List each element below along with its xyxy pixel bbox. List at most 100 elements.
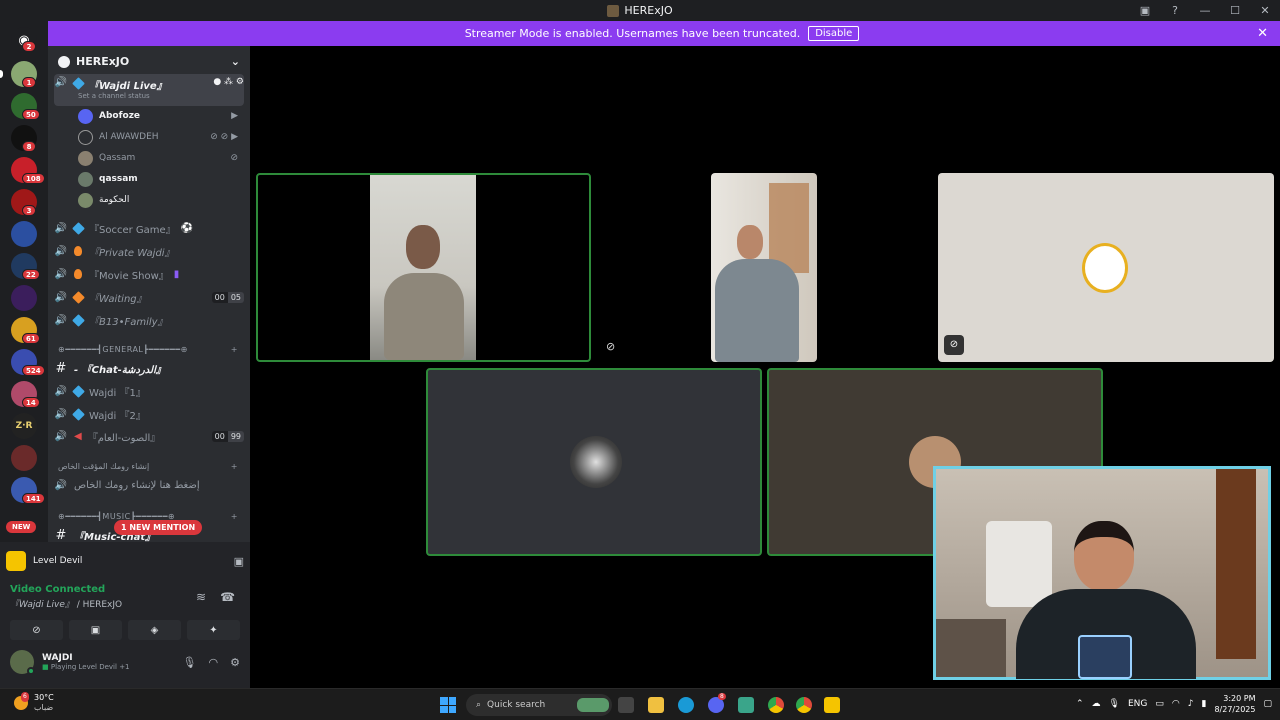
voice-member[interactable]: Abofoze ▶: [78, 106, 238, 126]
search-input: Quick search: [487, 700, 546, 710]
close-window-button[interactable]: ✕: [1250, 4, 1280, 17]
add-channel-icon[interactable]: +: [231, 345, 238, 354]
new-mention-pill[interactable]: 1 NEW MENTION: [114, 520, 203, 535]
game-status-icon: ■: [42, 663, 49, 671]
wifi-icon[interactable]: ◠: [1172, 699, 1180, 709]
video-tile[interactable]: [711, 173, 817, 362]
avatar: [78, 150, 93, 166]
notifications-icon[interactable]: ▢: [1263, 699, 1272, 709]
active-voice-channel[interactable]: 🔊 『Wajdi Live』 ● ⁂ ⚙: [54, 74, 244, 106]
voice-channel[interactable]: 🔊 『Movie Show』 ▮: [54, 264, 244, 284]
streamer-logo: [1078, 635, 1132, 679]
avatar: [78, 171, 93, 187]
voice-channel[interactable]: 🔊 『B13•Family』: [54, 310, 244, 330]
settings-gear-icon[interactable]: ⚙: [230, 656, 240, 669]
app-taskbar-icon[interactable]: [738, 697, 754, 713]
chrome-icon[interactable]: [768, 697, 784, 713]
screen-share-button[interactable]: ▣: [69, 620, 122, 640]
cloud-icon[interactable]: ☁: [1092, 699, 1101, 709]
disconnect-icon[interactable]: ☎: [220, 590, 235, 604]
noise-suppression-icon[interactable]: ≋: [196, 590, 206, 604]
add-channel-icon[interactable]: +: [231, 462, 238, 471]
text-channel[interactable]: # - 『Chat-الدردشة』: [54, 358, 244, 378]
guild-icon[interactable]: [11, 285, 37, 311]
help-icon[interactable]: ?: [1160, 4, 1190, 17]
headphones-icon[interactable]: ◠: [209, 656, 219, 669]
guild-badge: 108: [22, 173, 45, 184]
avatar[interactable]: [10, 650, 35, 675]
taskbar-search[interactable]: ⌕ Quick search: [466, 694, 612, 716]
voice-channel[interactable]: 🔊 Wajdi 『1』: [54, 381, 244, 401]
activities-button[interactable]: ◈: [128, 620, 181, 640]
user-status: Playing Level Devil: [50, 663, 117, 671]
video-tile[interactable]: [256, 173, 591, 362]
streamer-webcam-overlay: [933, 466, 1271, 680]
start-button[interactable]: [440, 697, 456, 713]
task-view-icon[interactable]: [618, 697, 634, 713]
camera-off-button[interactable]: ⊘: [10, 620, 63, 640]
guild-badge: 1: [22, 77, 36, 88]
level-devil-icon[interactable]: [824, 697, 840, 713]
guild-icon[interactable]: [11, 445, 37, 471]
guild-icon[interactable]: [11, 221, 37, 247]
voice-channel[interactable]: 🔊 『Private Wajdi』: [54, 241, 244, 261]
discord-taskbar-icon[interactable]: 8: [708, 693, 726, 713]
chrome-profile-icon[interactable]: [796, 697, 812, 713]
guild-badge: 524: [22, 365, 45, 376]
edge-icon[interactable]: [678, 697, 694, 713]
guild-badge: 8: [22, 141, 36, 152]
voice-channel[interactable]: 🔊 『Soccer Game』 ⚽: [54, 218, 244, 238]
voice-actions: ⊘ ▣ ◈ ✦: [10, 620, 240, 640]
inbox-icon[interactable]: ▣: [1130, 4, 1160, 17]
close-banner-icon[interactable]: ✕: [1257, 26, 1268, 41]
category-room[interactable]: إنشاء رومك المؤقت الخاص +: [58, 462, 238, 471]
screen-share-icon[interactable]: ▣: [234, 555, 244, 568]
current-user: WAJDI ■ Playing Level Devil +1 🎙 ◠ ⚙: [10, 650, 240, 675]
chevron-up-icon[interactable]: ⌃: [1076, 699, 1084, 709]
new-unreads-pill[interactable]: NEW: [6, 521, 37, 533]
voice-channel[interactable]: 🔊 『Waiting』 00 05: [54, 287, 244, 307]
voice-channel[interactable]: 🔊 ◀ 『الصوت-العام』 00 99: [54, 426, 244, 446]
soccer-icon: ⚽: [180, 222, 194, 234]
voice-channel[interactable]: 🔊 Wajdi 『2』: [54, 404, 244, 424]
minimize-button[interactable]: —: [1190, 4, 1220, 17]
file-explorer-icon[interactable]: [648, 697, 664, 713]
speaker-icon: 🔊: [54, 77, 68, 88]
add-channel-icon[interactable]: +: [231, 512, 238, 521]
audio-tile[interactable]: [426, 368, 762, 556]
guild-icon[interactable]: Z·R: [11, 413, 37, 439]
voice-channel[interactable]: 🔊 إضغط هنا لإنشاء رومك الخاص: [54, 475, 244, 495]
network-icon[interactable]: ▭: [1155, 699, 1164, 709]
microphone-icon[interactable]: 🎙: [183, 656, 197, 669]
voice-member[interactable]: qassam: [78, 169, 238, 189]
mic-muted-icon: ⊘: [944, 335, 964, 355]
game-icon: [6, 551, 26, 571]
disable-streamer-button[interactable]: Disable: [808, 26, 860, 41]
server-header[interactable]: HERExJO ⌄: [48, 46, 250, 77]
speaker-icon: 🔊: [54, 222, 68, 234]
battery-icon[interactable]: ▮: [1202, 699, 1207, 709]
speaker-icon: 🔊: [54, 314, 68, 326]
language-indicator[interactable]: ENG: [1128, 699, 1147, 709]
category-general[interactable]: ⊕━━━━━━┫GENERAL┣━━━━━━⊕ +: [58, 345, 238, 354]
speaker-icon: 🔊: [54, 291, 68, 303]
mic-tray-icon[interactable]: 🎙: [1109, 699, 1120, 709]
avatar: [78, 108, 93, 124]
channel-link[interactable]: 『Wajdi Live』: [10, 600, 74, 610]
weather-widget[interactable]: 6 30°C ضباب: [14, 692, 54, 713]
volume-icon[interactable]: ♪: [1188, 699, 1194, 709]
channel-status[interactable]: Set a channel status: [78, 92, 150, 100]
diamond-icon: [72, 313, 85, 327]
soundboard-button[interactable]: ✦: [187, 620, 240, 640]
voice-tools: ≋ ☎: [196, 590, 235, 604]
clock[interactable]: 3:20 PM 8/27/2025: [1214, 693, 1255, 715]
voice-member[interactable]: Al AWAWDEH ⊘ ⊘ ▶: [78, 127, 238, 147]
activity-card[interactable]: Level Devil ▣: [6, 546, 244, 576]
video-tile[interactable]: ⊘: [938, 173, 1274, 362]
voice-member[interactable]: Qassam ⊘: [78, 148, 238, 168]
voice-member[interactable]: الحكومة: [78, 190, 238, 210]
channel-tools[interactable]: ● ⁂ ⚙: [213, 77, 244, 87]
maximize-button[interactable]: ☐: [1220, 4, 1250, 17]
window-titlebar: HERExJO ▣ ? — ☐ ✕: [0, 0, 1280, 21]
speaker-icon: 🔊: [54, 268, 68, 280]
